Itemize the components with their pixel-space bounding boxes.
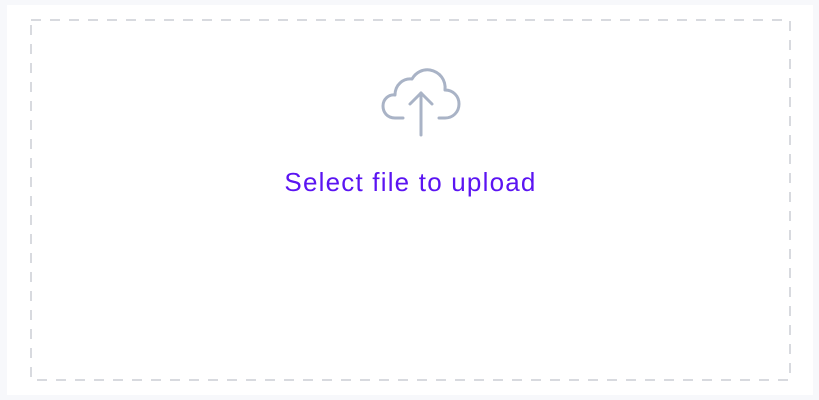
cloud-upload-icon <box>381 68 461 137</box>
file-drop-zone[interactable]: Select file to upload <box>30 19 791 381</box>
select-file-link[interactable]: Select file to upload <box>30 167 791 198</box>
upload-panel: Select file to upload <box>7 5 813 395</box>
